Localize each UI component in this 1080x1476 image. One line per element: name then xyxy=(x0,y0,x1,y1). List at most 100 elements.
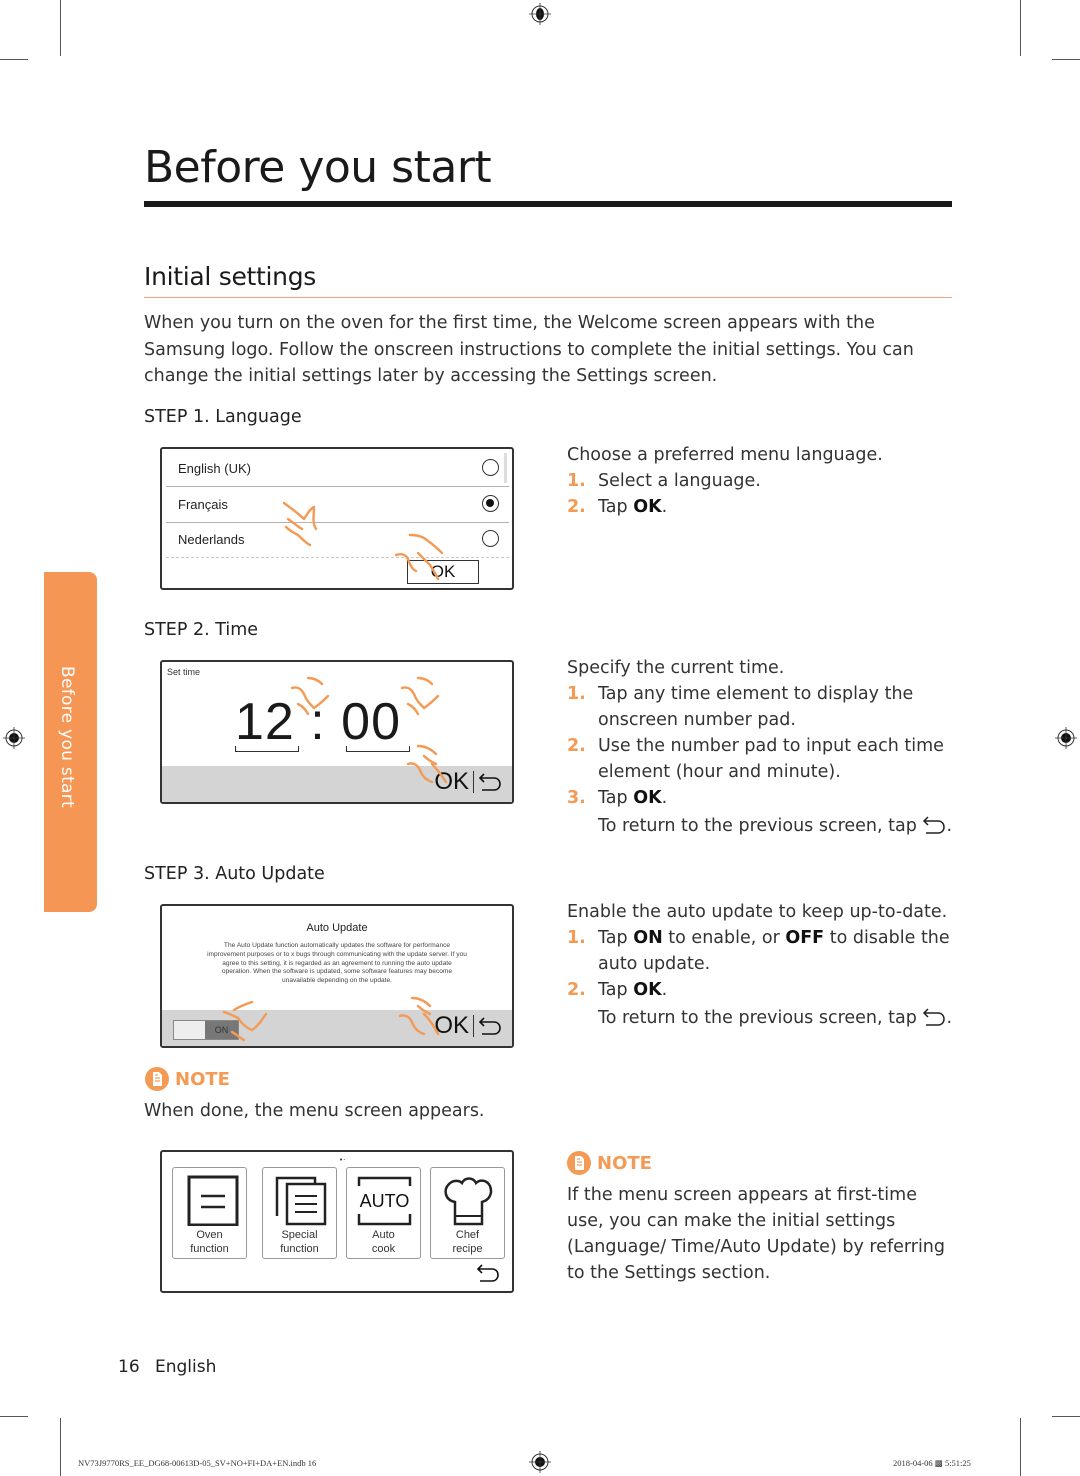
crop-mark xyxy=(0,59,28,60)
radio-button[interactable] xyxy=(482,459,499,476)
tile-label: Special function xyxy=(263,1228,336,1256)
tile-label-line: cook xyxy=(371,1243,396,1255)
note-icon xyxy=(145,1067,169,1091)
tile-label-line: Auto xyxy=(372,1229,395,1241)
svg-text:AUTO: AUTO xyxy=(360,1191,410,1211)
tile-label-line: function xyxy=(190,1243,229,1255)
section-rule xyxy=(144,297,952,298)
note-text: If the menu screen appears at first-time… xyxy=(567,1185,946,1283)
item-number: 1. xyxy=(567,684,586,704)
instruction-item: 2. Tap OK. xyxy=(567,494,957,520)
language-option[interactable]: English (UK) xyxy=(166,451,509,487)
section-title: Initial settings xyxy=(144,262,317,291)
item-bold: OK xyxy=(633,788,662,808)
language-option[interactable]: Nederlands xyxy=(166,522,509,558)
intro-paragraph: When you turn on the oven for the first … xyxy=(144,313,914,386)
note-icon xyxy=(567,1151,591,1175)
note-label: NOTE xyxy=(175,1068,230,1090)
language-name: Nederlands xyxy=(178,532,245,547)
menu-tile-oven-function[interactable]: Oven function xyxy=(172,1167,247,1259)
crop-mark xyxy=(1020,1418,1021,1476)
menu-tile-chef-recipe[interactable]: Chef recipe xyxy=(430,1167,505,1259)
instruction-item: 2. Use the number pad to input each time … xyxy=(567,733,957,785)
item-text: Tap xyxy=(598,788,634,808)
oven-function-icon xyxy=(187,1175,239,1226)
tile-label-line: function xyxy=(280,1243,319,1255)
radio-button[interactable] xyxy=(482,530,499,547)
language-name: English (UK) xyxy=(178,461,251,476)
step3-label: STEP 3. Auto Update xyxy=(144,864,325,884)
item-text: Use the number pad to input each time el… xyxy=(598,736,944,782)
item-bold: ON xyxy=(633,928,663,948)
instruction-item: 1. Tap any time element to display the on… xyxy=(567,681,957,733)
crop-mark xyxy=(60,1418,61,1476)
pointing-hand-icon xyxy=(222,1000,268,1042)
tile-label: Chef recipe xyxy=(431,1228,504,1256)
time-screen: Set time 12 : 00 OK xyxy=(160,660,514,804)
back-icon[interactable] xyxy=(476,1263,500,1283)
sub-text: To return to the previous screen, tap xyxy=(598,1008,917,1028)
page-indicator: •· xyxy=(339,1156,346,1164)
language-screen: English (UK) Français Nederlands OK xyxy=(160,447,514,590)
back-icon xyxy=(923,816,946,834)
screen-title: Auto Update xyxy=(306,922,368,934)
instruction-lead: Specify the current time. xyxy=(567,658,785,678)
item-bold: OFF xyxy=(785,928,825,948)
special-function-icon xyxy=(275,1176,327,1226)
back-icon[interactable] xyxy=(478,1016,502,1036)
instruction-item: 3. Tap OK. xyxy=(567,785,957,811)
crop-mark xyxy=(60,0,61,56)
chef-hat-icon xyxy=(444,1177,493,1226)
language-option[interactable]: Français xyxy=(166,487,509,523)
bottom-bar: ON OK xyxy=(162,1010,512,1046)
item-number: 2. xyxy=(567,497,586,517)
step1-label: STEP 1. Language xyxy=(144,407,302,427)
minute-underline xyxy=(346,746,410,752)
back-icon xyxy=(923,1008,946,1026)
step1-instructions: Choose a preferred menu language. 1. Sele… xyxy=(567,442,957,520)
item-number: 1. xyxy=(567,928,586,948)
language-name: Français xyxy=(178,497,228,512)
tile-label-line: Special xyxy=(281,1229,318,1241)
item-text: . xyxy=(661,497,668,517)
menu-screen: •· Oven function Special function AUTO Aut… xyxy=(160,1150,514,1293)
registration-mark-icon xyxy=(529,3,551,25)
pointing-hand-icon xyxy=(398,996,440,1036)
tile-label: Oven function xyxy=(173,1228,246,1256)
print-slug-date: 2018-04-06 ▩ 5:51:25 xyxy=(893,1458,971,1468)
pointing-hand-icon xyxy=(394,533,444,581)
tile-label: Auto cook xyxy=(347,1228,420,1256)
item-bold: OK xyxy=(633,980,662,1000)
menu-tile-special-function[interactable]: Special function xyxy=(262,1167,337,1259)
item-text: Select a language. xyxy=(598,471,761,491)
screen-title: Set time xyxy=(167,667,201,677)
item-number: 3. xyxy=(567,788,586,808)
instruction-lead: Enable the auto update to keep up-to-dat… xyxy=(567,902,948,922)
note-label: NOTE xyxy=(597,1152,652,1174)
pointing-hand-icon xyxy=(400,676,440,716)
menu-tile-auto-cook[interactable]: AUTO Auto cook xyxy=(346,1167,421,1259)
auto-update-screen: Auto Update The Auto Update function aut… xyxy=(160,904,514,1048)
instruction-item: 1. Select a language. xyxy=(567,468,957,494)
pointing-hand-icon xyxy=(290,676,330,716)
crop-mark xyxy=(1052,1416,1080,1417)
auto-cook-icon: AUTO xyxy=(357,1176,412,1226)
print-slug-file: NV73J9770RS_EE_DG68-00613D-05_SV+NO+FI+D… xyxy=(78,1458,317,1468)
instruction-item: 1. Tap ON to enable, or OFF to disable th… xyxy=(567,925,957,977)
item-text: . xyxy=(661,980,668,1000)
instruction-sub: To return to the previous screen, tap . xyxy=(598,1008,953,1028)
tile-label-line: Chef xyxy=(455,1229,480,1241)
note-text: When done, the menu screen appears. xyxy=(144,1101,485,1121)
back-icon[interactable] xyxy=(478,772,502,792)
page-title: Before you start xyxy=(144,142,492,193)
instruction-lead: Choose a preferred menu language. xyxy=(567,445,883,465)
note-heading: NOTE xyxy=(145,1067,230,1091)
radio-button-selected[interactable] xyxy=(482,495,499,512)
side-tab-label: Before you start xyxy=(57,666,77,809)
tile-label-line: Oven xyxy=(196,1229,223,1241)
item-text: Tap xyxy=(598,928,634,948)
crop-mark xyxy=(1052,59,1080,60)
page-number: 16 xyxy=(118,1357,140,1377)
item-text: Tap any time element to display the onsc… xyxy=(598,684,914,730)
item-text: . xyxy=(661,788,668,808)
